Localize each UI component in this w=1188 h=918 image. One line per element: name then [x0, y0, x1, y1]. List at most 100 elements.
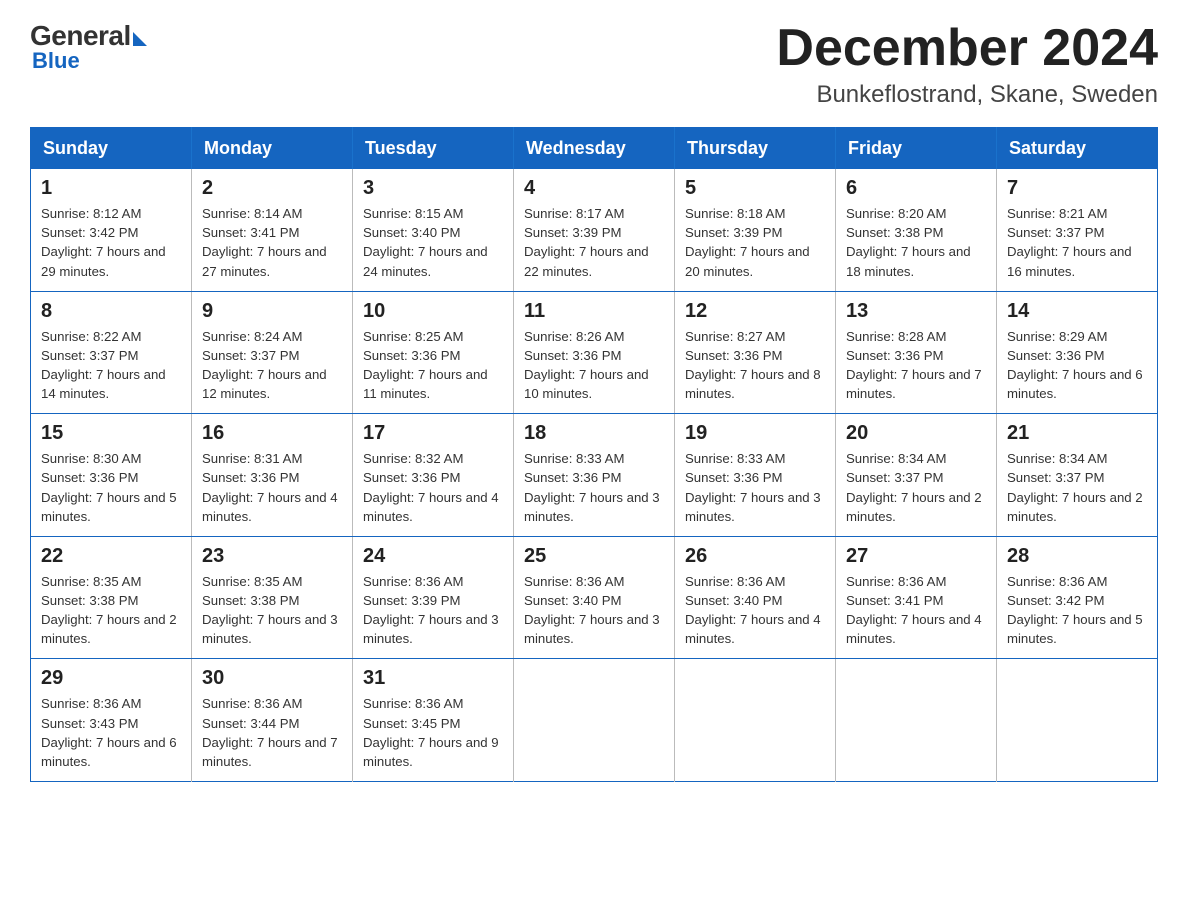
table-row: 20Sunrise: 8:34 AMSunset: 3:37 PMDayligh…: [836, 414, 997, 537]
weekday-header-row: Sunday Monday Tuesday Wednesday Thursday…: [31, 128, 1158, 170]
table-row: 22 Sunrise: 8:35 AMSunset: 3:38 PMDayligh…: [31, 536, 192, 659]
day-number: 2: [202, 177, 342, 200]
table-row: 16 Sunrise: 8:31 AMSunset: 3:36 PMDayligh…: [192, 414, 353, 537]
header-friday: Friday: [836, 128, 997, 170]
day-info: Sunrise: 8:17 AMSunset: 3:39 PMDaylight:…: [524, 204, 664, 281]
day-number: 1: [41, 177, 181, 200]
logo-arrow-icon: [133, 32, 147, 46]
table-row: 7 Sunrise: 8:21 AMSunset: 3:37 PMDaylight…: [997, 169, 1158, 291]
table-row: 1 Sunrise: 8:12 AMSunset: 3:42 PMDaylight…: [31, 169, 192, 291]
day-number: 15: [41, 422, 181, 445]
day-number: 16: [202, 422, 342, 445]
day-info: Sunrise: 8:18 AMSunset: 3:39 PMDaylight:…: [685, 204, 825, 281]
header-saturday: Saturday: [997, 128, 1158, 170]
table-row: 21 Sunrise: 8:34 AMSunset: 3:37 PMDayligh…: [997, 414, 1158, 537]
table-row: 27Sunrise: 8:36 AMSunset: 3:41 PMDayligh…: [836, 536, 997, 659]
day-info: Sunrise: 8:29 AMSunset: 3:36 PMDaylight:…: [1007, 327, 1147, 404]
day-info: Sunrise: 8:14 AMSunset: 3:41 PMDaylight:…: [202, 204, 342, 281]
day-info: Sunrise: 8:31 AMSunset: 3:36 PMDaylight:…: [202, 449, 342, 526]
day-number: 14: [1007, 300, 1147, 323]
table-row: 19 Sunrise: 8:33 AMSunset: 3:36 PMDayligh…: [675, 414, 836, 537]
table-row: [997, 659, 1158, 782]
header-thursday: Thursday: [675, 128, 836, 170]
logo: General Blue: [30, 20, 147, 74]
day-info: Sunrise: 8:36 AMSunset: 3:44 PMDaylight:…: [202, 694, 342, 771]
table-row: 30 Sunrise: 8:36 AMSunset: 3:44 PMDayligh…: [192, 659, 353, 782]
day-info: Sunrise: 8:28 AMSunset: 3:36 PMDaylight:…: [846, 327, 986, 404]
day-number: 19: [685, 422, 825, 445]
table-row: 26 Sunrise: 8:36 AMSunset: 3:40 PMDayligh…: [675, 536, 836, 659]
logo-blue: Blue: [32, 48, 80, 74]
day-info: Sunrise: 8:35 AMSunset: 3:38 PMDaylight:…: [202, 572, 342, 649]
day-number: 29: [41, 667, 181, 690]
header-wednesday: Wednesday: [514, 128, 675, 170]
day-number: 30: [202, 667, 342, 690]
table-row: 15Sunrise: 8:30 AMSunset: 3:36 PMDayligh…: [31, 414, 192, 537]
day-info: Sunrise: 8:36 AMSunset: 3:43 PMDaylight:…: [41, 694, 181, 771]
table-row: 4 Sunrise: 8:17 AMSunset: 3:39 PMDaylight…: [514, 169, 675, 291]
day-info: Sunrise: 8:27 AMSunset: 3:36 PMDaylight:…: [685, 327, 825, 404]
table-row: 12 Sunrise: 8:27 AMSunset: 3:36 PMDayligh…: [675, 291, 836, 414]
calendar-table: Sunday Monday Tuesday Wednesday Thursday…: [30, 127, 1158, 782]
day-info: Sunrise: 8:36 AMSunset: 3:42 PMDaylight:…: [1007, 572, 1147, 649]
day-number: 11: [524, 300, 664, 323]
day-number: 23: [202, 545, 342, 568]
day-number: 6: [846, 177, 986, 200]
day-info: Sunrise: 8:20 AMSunset: 3:38 PMDaylight:…: [846, 204, 986, 281]
table-row: [514, 659, 675, 782]
day-number: 22: [41, 545, 181, 568]
day-number: 7: [1007, 177, 1147, 200]
day-info: Sunrise: 8:15 AMSunset: 3:40 PMDaylight:…: [363, 204, 503, 281]
table-row: 13 Sunrise: 8:28 AMSunset: 3:36 PMDayligh…: [836, 291, 997, 414]
day-number: 24: [363, 545, 503, 568]
calendar-subtitle: Bunkeflostrand, Skane, Sweden: [776, 81, 1158, 109]
day-info: Sunrise: 8:35 AMSunset: 3:38 PMDaylight:…: [41, 572, 181, 649]
table-row: 24 Sunrise: 8:36 AMSunset: 3:39 PMDayligh…: [353, 536, 514, 659]
day-number: 25: [524, 545, 664, 568]
day-info: Sunrise: 8:36 AMSunset: 3:41 PMDaylight:…: [846, 572, 986, 649]
table-row: 14 Sunrise: 8:29 AMSunset: 3:36 PMDayligh…: [997, 291, 1158, 414]
day-number: 5: [685, 177, 825, 200]
calendar-week-row: 22 Sunrise: 8:35 AMSunset: 3:38 PMDayligh…: [31, 536, 1158, 659]
table-row: 25 Sunrise: 8:36 AMSunset: 3:40 PMDayligh…: [514, 536, 675, 659]
day-number: 9: [202, 300, 342, 323]
table-row: 9Sunrise: 8:24 AMSunset: 3:37 PMDaylight…: [192, 291, 353, 414]
day-info: Sunrise: 8:36 AMSunset: 3:40 PMDaylight:…: [685, 572, 825, 649]
page-header: General Blue December 2024 Bunkeflostran…: [30, 20, 1158, 109]
table-row: 28Sunrise: 8:36 AMSunset: 3:42 PMDayligh…: [997, 536, 1158, 659]
day-number: 12: [685, 300, 825, 323]
day-number: 18: [524, 422, 664, 445]
day-number: 13: [846, 300, 986, 323]
calendar-title: December 2024: [776, 20, 1158, 77]
day-number: 17: [363, 422, 503, 445]
day-number: 26: [685, 545, 825, 568]
day-info: Sunrise: 8:36 AMSunset: 3:39 PMDaylight:…: [363, 572, 503, 649]
table-row: 29 Sunrise: 8:36 AMSunset: 3:43 PMDayligh…: [31, 659, 192, 782]
day-info: Sunrise: 8:36 AMSunset: 3:40 PMDaylight:…: [524, 572, 664, 649]
header-sunday: Sunday: [31, 128, 192, 170]
table-row: 10Sunrise: 8:25 AMSunset: 3:36 PMDayligh…: [353, 291, 514, 414]
day-info: Sunrise: 8:12 AMSunset: 3:42 PMDaylight:…: [41, 204, 181, 281]
table-row: 5 Sunrise: 8:18 AMSunset: 3:39 PMDaylight…: [675, 169, 836, 291]
day-info: Sunrise: 8:33 AMSunset: 3:36 PMDaylight:…: [685, 449, 825, 526]
calendar-week-row: 29 Sunrise: 8:36 AMSunset: 3:43 PMDayligh…: [31, 659, 1158, 782]
day-number: 21: [1007, 422, 1147, 445]
day-info: Sunrise: 8:32 AMSunset: 3:36 PMDaylight:…: [363, 449, 503, 526]
calendar-week-row: 1 Sunrise: 8:12 AMSunset: 3:42 PMDaylight…: [31, 169, 1158, 291]
day-number: 4: [524, 177, 664, 200]
day-info: Sunrise: 8:26 AMSunset: 3:36 PMDaylight:…: [524, 327, 664, 404]
table-row: [675, 659, 836, 782]
day-info: Sunrise: 8:34 AMSunset: 3:37 PMDaylight:…: [1007, 449, 1147, 526]
day-info: Sunrise: 8:33 AMSunset: 3:36 PMDaylight:…: [524, 449, 664, 526]
day-info: Sunrise: 8:21 AMSunset: 3:37 PMDaylight:…: [1007, 204, 1147, 281]
calendar-week-row: 15Sunrise: 8:30 AMSunset: 3:36 PMDayligh…: [31, 414, 1158, 537]
day-info: Sunrise: 8:36 AMSunset: 3:45 PMDaylight:…: [363, 694, 503, 771]
table-row: 23 Sunrise: 8:35 AMSunset: 3:38 PMDayligh…: [192, 536, 353, 659]
table-row: 3Sunrise: 8:15 AMSunset: 3:40 PMDaylight…: [353, 169, 514, 291]
table-row: 18 Sunrise: 8:33 AMSunset: 3:36 PMDayligh…: [514, 414, 675, 537]
day-number: 10: [363, 300, 503, 323]
table-row: [836, 659, 997, 782]
day-info: Sunrise: 8:34 AMSunset: 3:37 PMDaylight:…: [846, 449, 986, 526]
calendar-week-row: 8Sunrise: 8:22 AMSunset: 3:37 PMDaylight…: [31, 291, 1158, 414]
day-number: 8: [41, 300, 181, 323]
